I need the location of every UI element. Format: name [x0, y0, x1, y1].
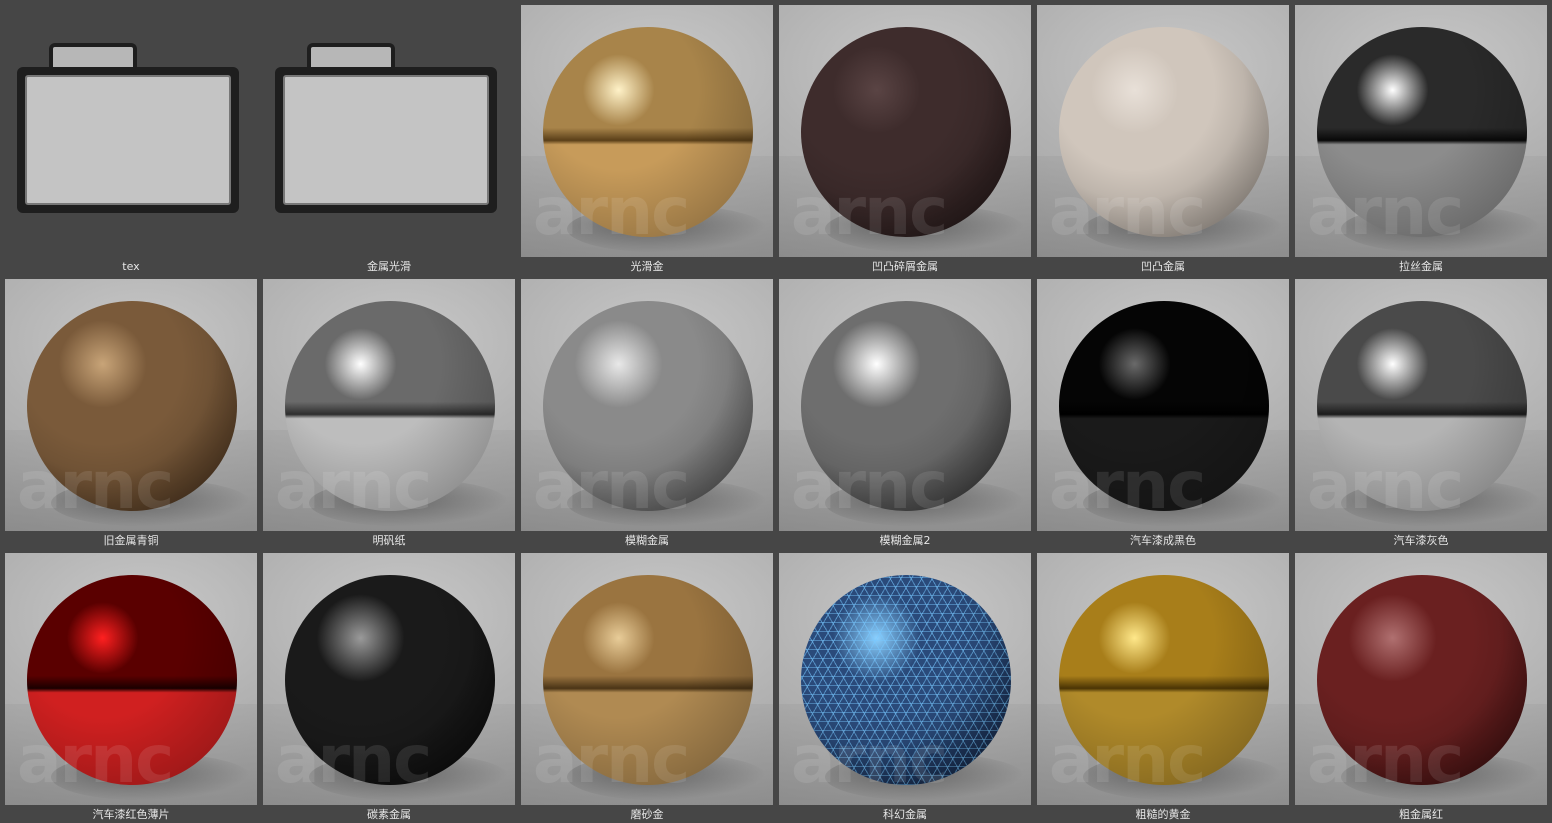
- material-tile[interactable]: arnc 汽车漆灰色: [1295, 279, 1547, 549]
- material-sphere: [801, 301, 1011, 511]
- material-tile[interactable]: arnc 磨砂金: [521, 553, 773, 823]
- material-tile[interactable]: arnc 粗糙的黄金: [1037, 553, 1289, 823]
- material-preview: arnc: [1295, 279, 1547, 531]
- material-preview: arnc: [779, 553, 1031, 805]
- material-label: 碳素金属: [367, 808, 411, 821]
- folder-thumbnail: [5, 5, 257, 257]
- material-label: 汽车漆成黑色: [1130, 534, 1196, 547]
- material-label: 汽车漆红色薄片: [92, 808, 170, 821]
- material-preview: arnc: [521, 5, 773, 257]
- material-sphere: [543, 27, 753, 237]
- material-tile[interactable]: arnc 模糊金属2: [779, 279, 1031, 549]
- material-tile[interactable]: arnc 凹凸碎屑金属: [779, 5, 1031, 275]
- material-preview: arnc: [5, 279, 257, 531]
- material-sphere: [1059, 27, 1269, 237]
- material-tile[interactable]: arnc 明矾纸: [263, 279, 515, 549]
- material-tile[interactable]: arnc 粗金属红: [1295, 553, 1547, 823]
- material-preview: arnc: [779, 279, 1031, 531]
- material-sphere: [543, 575, 753, 785]
- material-sphere: [801, 27, 1011, 237]
- material-sphere: [1317, 575, 1527, 785]
- material-tile[interactable]: tex: [5, 5, 257, 275]
- material-preview: arnc: [521, 553, 773, 805]
- material-tile[interactable]: arnc 碳素金属: [263, 553, 515, 823]
- material-tile[interactable]: 金属光滑: [263, 5, 515, 275]
- material-preview: arnc: [1037, 5, 1289, 257]
- material-preview: arnc: [1037, 553, 1289, 805]
- material-label: 拉丝金属: [1399, 260, 1443, 273]
- material-tile[interactable]: arnc 拉丝金属: [1295, 5, 1547, 275]
- material-sphere: [285, 301, 495, 511]
- material-sphere: [1317, 301, 1527, 511]
- material-label: 凹凸金属: [1141, 260, 1185, 273]
- material-tile[interactable]: arnc 旧金属青铜: [5, 279, 257, 549]
- material-preview: arnc: [779, 5, 1031, 257]
- material-tile[interactable]: arnc 科幻金属: [779, 553, 1031, 823]
- material-tile[interactable]: arnc 汽车漆红色薄片: [5, 553, 257, 823]
- material-sphere: [1059, 575, 1269, 785]
- hex-pattern: [801, 575, 1011, 785]
- material-preview: arnc: [263, 279, 515, 531]
- material-label: 旧金属青铜: [103, 534, 159, 547]
- material-preview: arnc: [263, 553, 515, 805]
- material-sphere: [1059, 301, 1269, 511]
- material-sphere: [27, 301, 237, 511]
- material-label: 汽车漆灰色: [1393, 534, 1449, 547]
- material-sphere: [285, 575, 495, 785]
- material-label: 科幻金属: [883, 808, 927, 821]
- material-preview: arnc: [1295, 553, 1547, 805]
- material-label: 模糊金属: [625, 534, 669, 547]
- material-label: 模糊金属2: [879, 534, 931, 547]
- material-tile[interactable]: arnc 模糊金属: [521, 279, 773, 549]
- material-label: 粗金属红: [1399, 808, 1443, 821]
- material-label: 磨砂金: [630, 808, 664, 821]
- material-tile[interactable]: arnc 汽车漆成黑色: [1037, 279, 1289, 549]
- material-label: 粗糙的黄金: [1135, 808, 1191, 821]
- material-preview: arnc: [1295, 5, 1547, 257]
- material-preview: arnc: [521, 279, 773, 531]
- material-label: 凹凸碎屑金属: [872, 260, 938, 273]
- material-tile[interactable]: arnc 凹凸金属: [1037, 5, 1289, 275]
- material-sphere: [543, 301, 753, 511]
- material-label: tex: [122, 260, 140, 273]
- material-preview: arnc: [5, 553, 257, 805]
- folder-thumbnail: [263, 5, 515, 257]
- folder-icon: [17, 41, 247, 221]
- material-label: 明矾纸: [372, 534, 406, 547]
- material-label: 光滑金: [630, 260, 664, 273]
- material-preview: arnc: [1037, 279, 1289, 531]
- folder-icon: [275, 41, 505, 221]
- material-sphere: [1317, 27, 1527, 237]
- material-sphere: [27, 575, 237, 785]
- material-grid: tex 金属光滑 arnc 光滑金 arnc 凹凸碎屑金属 arnc 凹凸金属 arnc 拉丝金属…: [0, 0, 1552, 821]
- material-tile[interactable]: arnc 光滑金: [521, 5, 773, 275]
- material-label: 金属光滑: [367, 260, 411, 273]
